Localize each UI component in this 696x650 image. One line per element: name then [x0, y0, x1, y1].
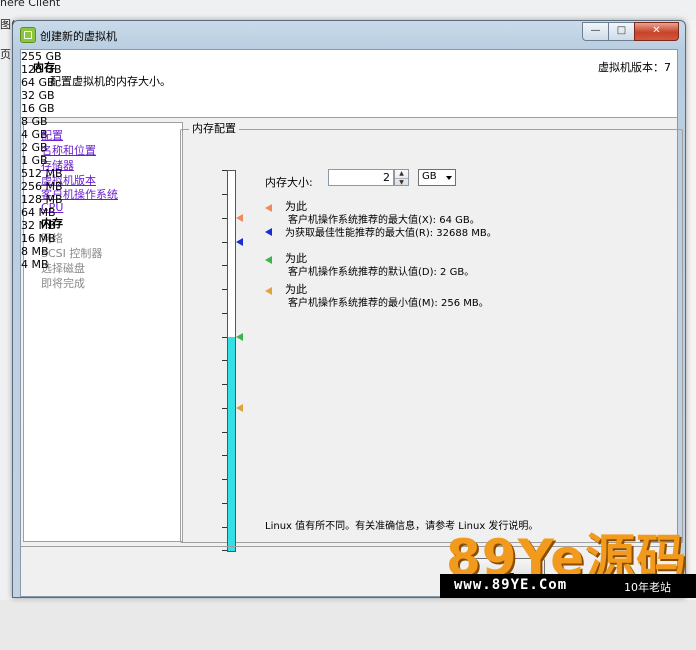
dialog-client: 内存 配置虚拟机的内存大小。 虚拟机版本：7 配置 名称和位置 存储器 虚拟机版…	[20, 49, 683, 597]
scale-tick-label: 256 MB	[21, 180, 63, 193]
legend-text: 客户机操作系统推荐的最小值(M): 256 MB。	[288, 298, 489, 309]
scale-tick	[222, 479, 227, 480]
minimize-button[interactable]: —	[582, 22, 609, 41]
scale-tick-label: 8 MB	[21, 245, 49, 258]
scale-tick-label: 4 MB	[21, 258, 49, 271]
scale-tick-label: 1 GB	[21, 154, 48, 167]
scale-tick	[222, 503, 227, 504]
scale-tick	[222, 360, 227, 361]
max-recommended-marker	[236, 214, 243, 222]
best-performance-marker	[236, 238, 243, 246]
title-bar[interactable]: 创建新的虚拟机 — □ ✕	[13, 21, 685, 49]
blue-triangle-icon	[265, 228, 272, 236]
scale-tick-label: 8 GB	[21, 115, 48, 128]
window-title: 创建新的虚拟机	[40, 30, 117, 43]
dialog-window: 创建新的虚拟机 — □ ✕ 内存 配置虚拟机的内存大小。 虚拟机版本：7 配置 …	[12, 20, 686, 598]
scale-tick	[222, 550, 227, 551]
watermark-tag: 10年老站	[624, 581, 671, 594]
scale-tick-label: 512 MB	[21, 167, 63, 180]
yellow-triangle-icon	[265, 287, 272, 295]
vm-version: 虚拟机版本：7	[598, 61, 671, 74]
scale-tick-label: 16 MB	[21, 232, 56, 245]
scale-tick-label: 128 GB	[21, 63, 62, 76]
watermark-url: www.89YE.Com	[454, 577, 568, 593]
default-marker	[236, 333, 243, 341]
scale-tick	[222, 337, 227, 338]
memory-size-label: 内存大小:	[265, 176, 313, 189]
memory-unit-select[interactable]: GB	[418, 169, 456, 186]
scale-tick	[222, 384, 227, 385]
scale-tick-label: 32 MB	[21, 219, 56, 232]
min-recommended-marker	[236, 404, 243, 412]
scale-tick	[222, 265, 227, 266]
scale-tick-label: 64 MB	[21, 206, 56, 219]
maximize-button[interactable]: □	[608, 22, 635, 41]
chevron-down-icon	[446, 176, 452, 180]
scale-tick-label: 128 MB	[21, 193, 63, 206]
watermark: 89Ye源码 www.89YE.Com 10年老站	[440, 524, 696, 600]
app-icon	[20, 27, 36, 43]
spin-down-icon[interactable]: ▼	[395, 179, 408, 187]
scale-tick	[222, 455, 227, 456]
scale-tick	[222, 242, 227, 243]
memory-scale-fill	[228, 337, 235, 551]
scale-tick-label: 16 GB	[21, 102, 55, 115]
legend-text: 客户机操作系统推荐的默认值(D): 2 GB。	[288, 267, 475, 278]
scale-tick	[222, 289, 227, 290]
memory-size-spinner[interactable]: ▲ ▼	[394, 169, 409, 186]
scale-tick	[222, 313, 227, 314]
green-triangle-icon	[265, 256, 272, 264]
legend-text: 为获取最佳性能推荐的最大值(R): 32688 MB。	[285, 228, 497, 239]
scale-tick-label: 255 GB	[21, 50, 62, 63]
scale-tick	[222, 218, 227, 219]
close-button[interactable]: ✕	[634, 22, 679, 41]
scale-tick-label: 64 GB	[21, 76, 55, 89]
memory-unit-value: GB	[422, 171, 437, 182]
scale-tick	[222, 170, 227, 171]
background-text: here Client	[0, 0, 61, 9]
scale-tick	[222, 408, 227, 409]
scale-tick-label: 2 GB	[21, 141, 48, 154]
memory-size-input[interactable]: 2	[328, 169, 394, 186]
background-text: 页	[0, 48, 11, 61]
scale-tick-label: 32 GB	[21, 89, 55, 102]
scale-tick-label: 4 GB	[21, 128, 48, 141]
memory-scale-labels: 255 GB 128 GB 64 GB 32 GB 16 GB 8 GB 4 G…	[21, 50, 225, 650]
orange-triangle-icon	[265, 204, 272, 212]
spin-up-icon[interactable]: ▲	[395, 170, 408, 179]
memory-scale-bar[interactable]	[227, 170, 236, 552]
scale-tick	[222, 194, 227, 195]
scale-tick	[222, 527, 227, 528]
scale-tick	[222, 432, 227, 433]
memory-config-group	[180, 129, 683, 543]
